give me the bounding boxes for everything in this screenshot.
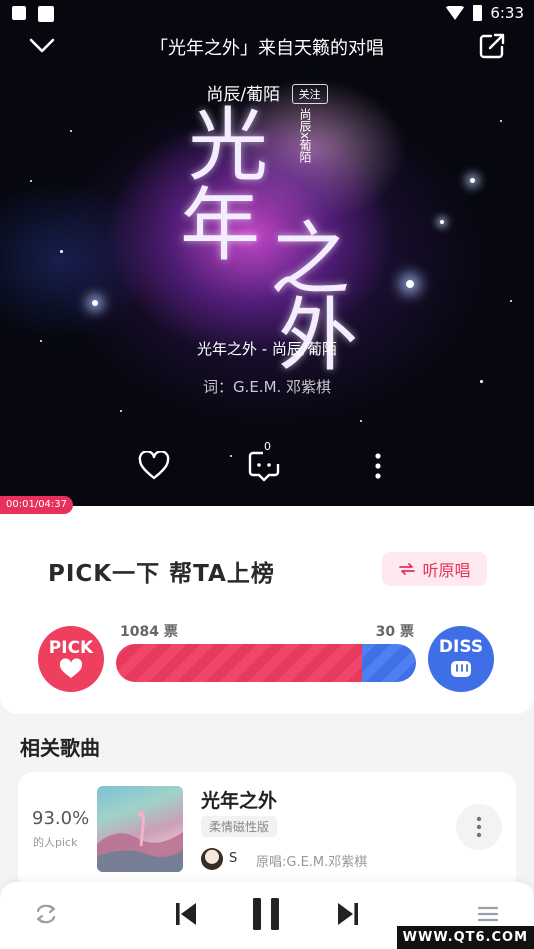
singer-avatar xyxy=(201,848,223,870)
like-button[interactable] xyxy=(134,446,174,486)
next-button[interactable] xyxy=(330,896,366,932)
pick-vote-count: 1084 票 xyxy=(120,624,178,640)
pause-icon xyxy=(253,898,279,930)
vote-row: PICK 1084 票 30 票 DISS xyxy=(0,618,534,698)
star xyxy=(470,178,475,183)
album-artwork-background: 6:33 「光年之外」来自天籁的对唱 光 年 之 外 尚辰x葡陌 尚辰/葡陌 关… xyxy=(0,0,534,506)
song-title-line: 光年之外 - 尚辰/葡陌 xyxy=(196,340,337,358)
shopping-bag-icon xyxy=(38,6,54,22)
star xyxy=(70,130,72,132)
top-bar: 「光年之外」来自天籁的对唱 xyxy=(0,28,534,64)
diss-badge-label: DISS xyxy=(438,637,484,657)
pick-percent: 93.0% xyxy=(32,808,90,829)
star xyxy=(360,420,362,422)
pick-ratio-fill xyxy=(116,644,362,682)
status-time: 6:33 xyxy=(490,4,524,22)
repeat-button[interactable] xyxy=(28,896,64,932)
lyricist-line: 词：G.E.M. 邓紫棋 xyxy=(202,378,332,396)
pick-card: PICK一下 帮TA上榜 听原唱 PICK 1084 票 30 票 DISS xyxy=(0,506,534,714)
listen-original-label: 听原唱 xyxy=(422,561,471,580)
page-title: 「光年之外」来自天籁的对唱 xyxy=(150,38,384,59)
song-more-button[interactable] xyxy=(456,804,502,850)
pick-title: PICK一下 帮TA上榜 xyxy=(48,561,275,587)
comment-icon xyxy=(248,451,280,482)
heart-hand-icon xyxy=(59,658,83,678)
more-vertical-icon xyxy=(476,816,482,838)
repeat-icon xyxy=(36,904,56,924)
diss-vote-count: 30 票 xyxy=(375,624,414,640)
artwork-vertical-text: 尚辰x葡陌 xyxy=(298,108,312,164)
vote-ratio-bar xyxy=(116,644,416,682)
share-icon xyxy=(479,33,505,59)
related-song-item[interactable]: 93.0% 的人pick 光年之外 柔情磁性版 S 原唱:G.E.M.邓紫棋 xyxy=(18,772,516,892)
original-singer: 原唱:G.E.M.邓紫棋 xyxy=(256,855,368,870)
pick-badge-label: PICK xyxy=(48,638,94,658)
star xyxy=(60,250,63,253)
swap-icon xyxy=(399,563,416,575)
artwork-calligraphy: 光 年 之 外 xyxy=(150,85,410,382)
star xyxy=(30,180,32,182)
artist-names[interactable]: 尚辰/葡陌 xyxy=(206,85,280,105)
pick-percent-label: 的人pick xyxy=(33,836,78,849)
star xyxy=(92,300,98,306)
heart-icon xyxy=(138,451,170,480)
fist-icon xyxy=(451,661,471,677)
follow-button[interactable]: 关注 xyxy=(291,84,328,104)
version-tag: 柔情磁性版 xyxy=(201,816,278,837)
star xyxy=(440,220,444,224)
chevron-down-icon xyxy=(29,38,55,53)
playlist-icon xyxy=(477,906,499,922)
previous-button[interactable] xyxy=(168,896,204,932)
diss-ratio-fill xyxy=(362,644,416,682)
action-row: 0 xyxy=(0,440,534,486)
comment-count: 0 xyxy=(264,440,271,453)
notification-icon xyxy=(12,6,26,20)
artwork-char: 年 xyxy=(180,179,260,272)
related-songs-heading: 相关歌曲 xyxy=(20,736,100,760)
song-cover-image xyxy=(97,786,183,872)
skip-next-icon xyxy=(338,903,358,925)
star xyxy=(510,300,512,302)
more-vertical-icon xyxy=(375,453,381,479)
artist-row: 尚辰/葡陌 关注 xyxy=(0,80,534,105)
battery-icon xyxy=(473,5,483,21)
watermark-text: WWW.QT6.COM xyxy=(396,926,534,949)
wifi-icon xyxy=(445,6,466,20)
star xyxy=(500,120,502,122)
pick-vote-button[interactable]: PICK xyxy=(38,626,104,692)
listen-original-button[interactable]: 听原唱 xyxy=(382,552,487,586)
star xyxy=(120,410,122,412)
diss-vote-button[interactable]: DISS xyxy=(428,626,494,692)
collapse-button[interactable] xyxy=(24,28,60,64)
playback-time: 00:01/04:37 xyxy=(0,496,74,514)
artwork-char: 外 xyxy=(278,289,358,382)
skip-previous-icon xyxy=(176,903,196,925)
pause-button[interactable] xyxy=(248,896,284,932)
more-options-button[interactable] xyxy=(358,446,398,486)
related-song-name: 光年之外 xyxy=(201,790,278,812)
status-bar: 6:33 xyxy=(0,0,534,30)
singer-name: S xyxy=(229,851,238,866)
share-button[interactable] xyxy=(474,28,510,64)
